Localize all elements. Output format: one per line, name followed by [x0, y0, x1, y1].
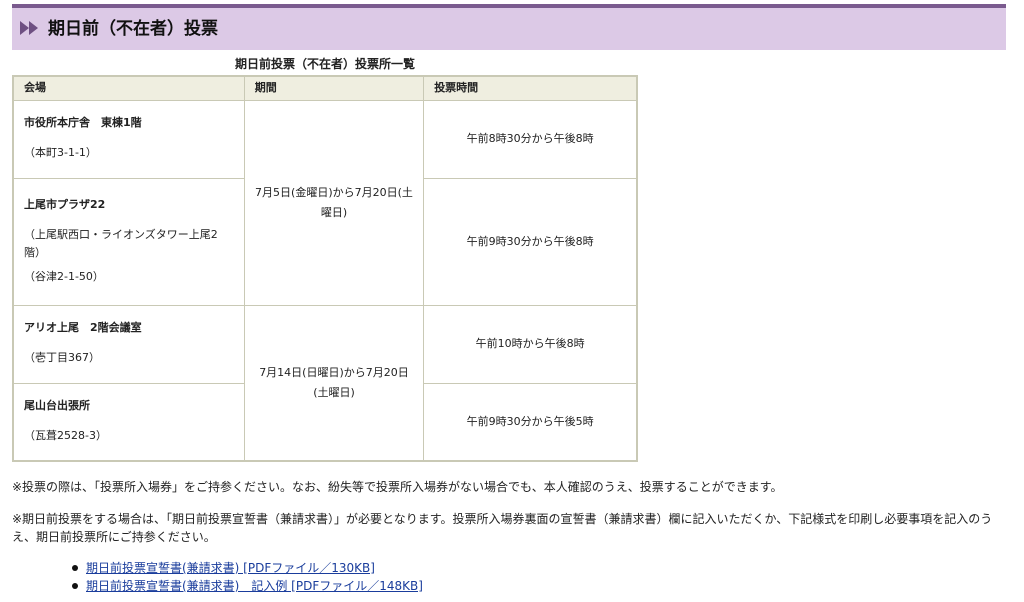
hours-cell: 午前8時30分から午後8時 [423, 99, 638, 179]
period-cell: 7月5日(金曜日)から7月20日(土曜日) [243, 99, 425, 306]
page-title: 期日前（不在者）投票 [48, 19, 218, 39]
declaration-form-pdf-link[interactable]: 期日前投票宣誓書(兼請求書) [PDFファイル／130KB] [86, 561, 375, 575]
page-heading: 期日前（不在者）投票 [12, 4, 1006, 50]
header-venue: 会場 [12, 75, 245, 101]
period-cell: 7月14日(日曜日)から7月20日(土曜日) [243, 304, 425, 462]
venue-cell: 市役所本庁舎 東棟1階 （本町3-1-1） [12, 99, 245, 179]
list-item: 期日前投票宣誓書(兼請求書) 記入例 [PDFファイル／148KB] [72, 577, 423, 595]
note-admission-ticket: ※投票の際は、「投票所入場券」をご持参ください。なお、紛失等で投票所入場券がない… [12, 480, 783, 494]
venue-name: 市役所本庁舎 東棟1階 [24, 116, 142, 129]
venue-name: 上尾市プラザ22 [24, 197, 106, 211]
download-links: 期日前投票宣誓書(兼請求書) [PDFファイル／130KB] 期日前投票宣誓書(… [72, 559, 423, 595]
table-header-row: 会場 期間 投票時間 [12, 75, 638, 101]
venue-cell: アリオ上尾 2階会議室 （壱丁目367） [12, 304, 245, 384]
table-row: 市役所本庁舎 東棟1階 （本町3-1-1） 7月5日(金曜日)から7月20日(土… [12, 99, 638, 306]
venue-address: （本町3-1-1） [24, 146, 97, 159]
venue-cell: 尾山台出張所 （瓦葺2528-3） [12, 382, 245, 462]
bullet-icon [72, 565, 78, 571]
venue-cell: 上尾市プラザ22 （上尾駅西口・ライオンズタワー上尾2階） （谷津2-1-50） [12, 177, 245, 306]
venue-name: アリオ上尾 2階会議室 [24, 321, 142, 334]
hours-cell: 午前10時から午後8時 [423, 304, 638, 384]
hours-cell: 午前9時30分から午後8時 [423, 177, 638, 306]
table-row: アリオ上尾 2階会議室 （壱丁目367） 7月14日(日曜日)から7月20日(土… [12, 304, 638, 462]
list-item: 期日前投票宣誓書(兼請求書) [PDFファイル／130KB] [72, 559, 423, 577]
table-caption: 期日前投票（不在者）投票所一覧 [234, 57, 415, 71]
note-declaration-form: ※期日前投票をする場合は、「期日前投票宣誓書（兼請求書）」が必要となります。投票… [12, 512, 993, 544]
bullet-icon [72, 583, 78, 589]
venue-address: （壱丁目367） [24, 351, 100, 364]
declaration-example-pdf-link[interactable]: 期日前投票宣誓書(兼請求書) 記入例 [PDFファイル／148KB] [86, 579, 423, 593]
venue-location: （上尾駅西口・ライオンズタワー上尾2階） [24, 227, 218, 259]
venue-address: （谷津2-1-50） [24, 269, 104, 283]
header-hours: 投票時間 [423, 75, 638, 101]
hours-cell: 午前9時30分から午後5時 [423, 382, 638, 462]
venue-name: 尾山台出張所 [24, 398, 90, 412]
double-chevron-right-icon [20, 21, 38, 35]
venue-address: （瓦葺2528-3） [24, 428, 107, 442]
polling-places-table: 会場 期間 投票時間 市役所本庁舎 東棟1階 （本町3-1-1） 7月5日(金曜… [12, 75, 638, 462]
header-period: 期間 [243, 75, 425, 101]
